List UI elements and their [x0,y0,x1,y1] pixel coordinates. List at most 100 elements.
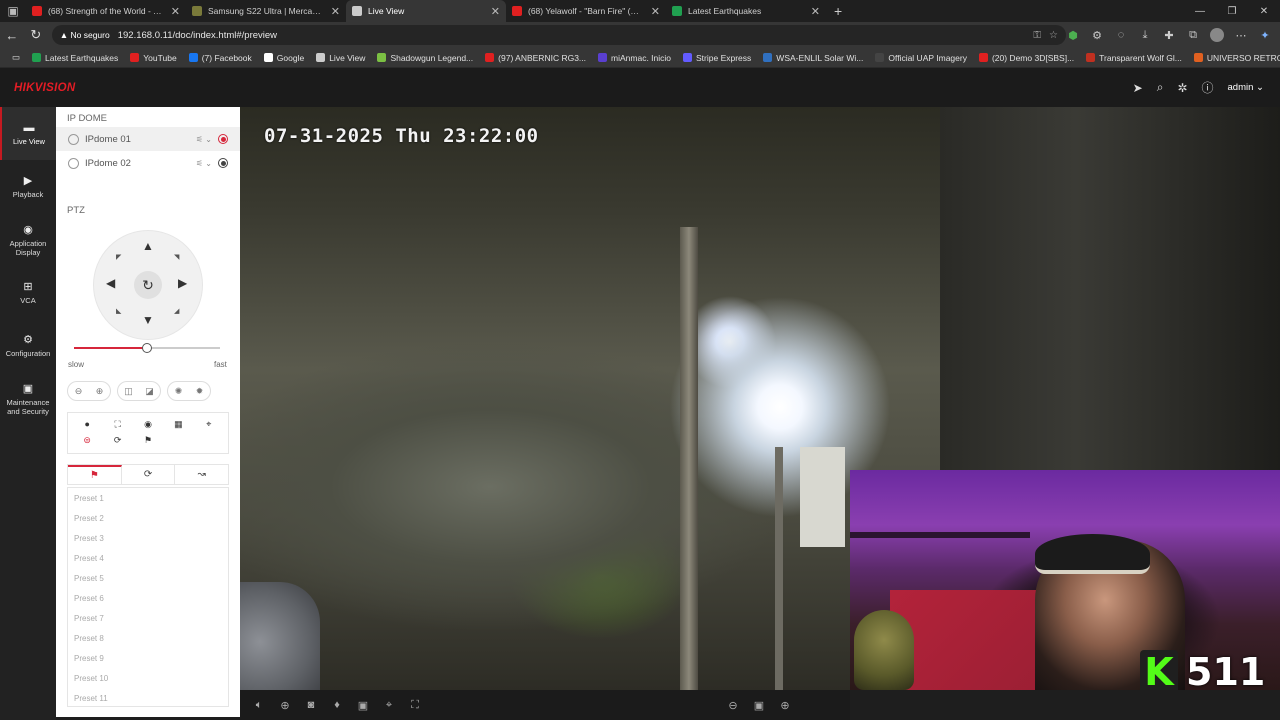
key-icon[interactable]: ⚿ [1033,30,1041,41]
ptz-right-button[interactable]: ▶ [178,276,187,290]
preset-item[interactable]: Preset 4 [68,548,228,568]
nav-item[interactable]: ◉ Application Display [0,213,56,266]
close-tab-icon[interactable]: ✕ [491,5,500,18]
maximize-button[interactable]: ❐ [1216,0,1248,22]
extensions-icon[interactable]: ✚ [1162,28,1176,42]
bookmark-item[interactable]: (7) Facebook [183,53,258,63]
bookmark-item[interactable]: UNIVERSO RETRO... [1188,53,1280,63]
tab-patterns[interactable]: ↝ [175,465,228,484]
microphone-icon[interactable]: ♦ [324,699,350,711]
capture-icon[interactable]: ◙ [298,699,324,711]
window-layout-icon[interactable]: ▣ [746,699,772,712]
wiper-icon[interactable]: ◉ [133,416,163,432]
next-icon[interactable]: ⊕ [772,699,798,712]
tab-presets[interactable]: ⚑ [68,465,122,484]
ptz-auto-scan-button[interactable]: ↻ [134,271,162,299]
copilot-icon[interactable]: ✦ [1258,28,1272,42]
record-icon[interactable]: ▣ [350,699,376,712]
focus-near-icon[interactable]: ◫ [118,386,139,397]
bookmark-item[interactable]: Google [258,53,310,63]
close-tab-icon[interactable]: ✕ [331,5,340,18]
fullscreen-area-icon[interactable]: ⛶ [402,699,428,712]
ptz-down-left-button[interactable]: ◣ [116,307,121,315]
nav-item[interactable]: ⚙ Configuration [0,319,56,372]
bookmark-item[interactable]: WSA-ENLIL Solar Wi... [757,53,869,63]
stream-settings-icon[interactable]: ⚟ ⌄ [196,159,212,168]
extension-icon[interactable]: ⚙ [1090,28,1104,42]
rotate-icon[interactable]: ⟳ [102,432,132,448]
collections-icon[interactable]: ⧉ [1186,28,1200,42]
reload-button[interactable]: ↻ [24,27,48,43]
zoom-out-icon[interactable]: ⊖ [68,386,89,397]
shield-extension-icon[interactable]: ⬢ [1066,28,1080,42]
ptz-speed-slider[interactable] [74,343,220,353]
preset-item[interactable]: Preset 8 [68,628,228,648]
one-touch-icon[interactable]: ⌖ [194,416,224,432]
nav-item[interactable]: ▬ Live View [0,107,56,160]
speed-slider-knob[interactable] [142,343,152,353]
bookmark-star-icon[interactable]: ☆ [1049,30,1058,41]
bookmark-item[interactable]: YouTube [124,53,182,63]
grid-icon[interactable]: ▦ [163,416,193,432]
minimize-button[interactable]: — [1184,0,1216,22]
nav-item[interactable]: ▣ Maintenance and Security [0,372,56,425]
browser-tab[interactable]: (68) Yelawolf - "Barn Fire" (Officia ✕ [506,0,666,22]
iris-close-icon[interactable]: ✺ [168,386,189,397]
ptz-up-left-button[interactable]: ◤ [116,253,121,261]
digital-zoom-icon[interactable]: ⊕ [272,699,298,712]
download-icon[interactable]: ⤓ [1138,28,1152,42]
menu-call-icon[interactable]: ⚑ [133,432,163,448]
bookmark-item[interactable]: (20) Demo 3D[SBS]... [973,53,1080,63]
close-tab-icon[interactable]: ✕ [171,5,180,18]
bookmark-item[interactable]: Live View [310,53,371,63]
ptz-down-right-button[interactable]: ◢ [174,307,179,315]
url-box[interactable]: ▲ No seguro 192.168.0.11/doc/index.html#… [51,25,1066,45]
close-window-button[interactable]: ✕ [1248,0,1280,22]
preset-item[interactable]: Preset 2 [68,508,228,528]
more-menu-icon[interactable]: ⋯ [1234,28,1248,42]
bookmark-item[interactable]: Latest Earthquakes [26,53,124,63]
bookmark-item[interactable]: Stripe Express [677,53,757,63]
record-status-icon[interactable] [218,158,228,168]
tab-actions-icon[interactable]: ▣ [0,0,26,22]
browser-tab[interactable]: Live View ✕ [346,0,506,22]
iris-open-icon[interactable]: ✹ [189,386,210,397]
close-tab-icon[interactable]: ✕ [651,5,660,18]
3d-positioning-icon[interactable]: ⌖ [376,699,402,712]
bookmark-item[interactable]: miAnmac. Inicio [592,53,677,63]
user-menu[interactable]: admin ⌄ [1228,82,1264,93]
park-icon[interactable]: ⊜ [72,432,102,448]
preset-item[interactable]: Preset 10 [68,668,228,688]
tab-patrols[interactable]: ⟳ [122,465,176,484]
browser-tab[interactable]: Samsung S22 Ultra | MercadoLib ✕ [186,0,346,22]
preset-item[interactable]: Preset 5 [68,568,228,588]
bookmark-item[interactable]: (97) ANBERNIC RG3... [479,53,592,63]
focus-far-icon[interactable]: ◪ [139,386,160,397]
bookmark-item[interactable]: Transparent Wolf Gl... [1080,53,1188,63]
ptz-up-button[interactable]: ▲ [142,239,154,253]
record-status-icon[interactable] [218,134,228,144]
settings-alt-icon[interactable]: ✲ [1177,81,1187,95]
preset-item[interactable]: Preset 3 [68,528,228,548]
manual-track-icon[interactable]: ⛶ [102,416,132,432]
browser-tab[interactable]: Latest Earthquakes ✕ [666,0,826,22]
back-button[interactable]: ← [0,28,24,43]
bookmark-item[interactable]: Shadowgun Legend... [371,53,479,63]
light-icon[interactable]: ● [72,416,102,432]
stream-settings-icon[interactable]: ⚟ ⌄ [196,135,212,144]
bookmark-item[interactable]: Official UAP Imagery [869,53,973,63]
audio-icon[interactable]: 🔈︎ [246,699,272,712]
info-icon[interactable]: ⓘ [1202,79,1214,96]
sidebar-toggle-icon[interactable]: ▭ [6,52,26,63]
zoom-in-icon[interactable]: ⊕ [89,386,110,397]
ptz-down-button[interactable]: ▼ [142,313,154,327]
camera-item[interactable]: IPdome 01 ⚟ ⌄ [56,127,240,151]
not-secure-label[interactable]: ▲ No seguro [60,30,110,40]
send-icon[interactable]: ➤ [1133,81,1143,95]
preset-item[interactable]: Preset 7 [68,608,228,628]
camera-item[interactable]: IPdome 02 ⚟ ⌄ [56,151,240,175]
nav-item[interactable]: ▶ Playback [0,160,56,213]
search-icon[interactable]: ⌕ [1157,80,1164,95]
profile-avatar[interactable] [1210,28,1224,42]
preset-item[interactable]: Preset 6 [68,588,228,608]
